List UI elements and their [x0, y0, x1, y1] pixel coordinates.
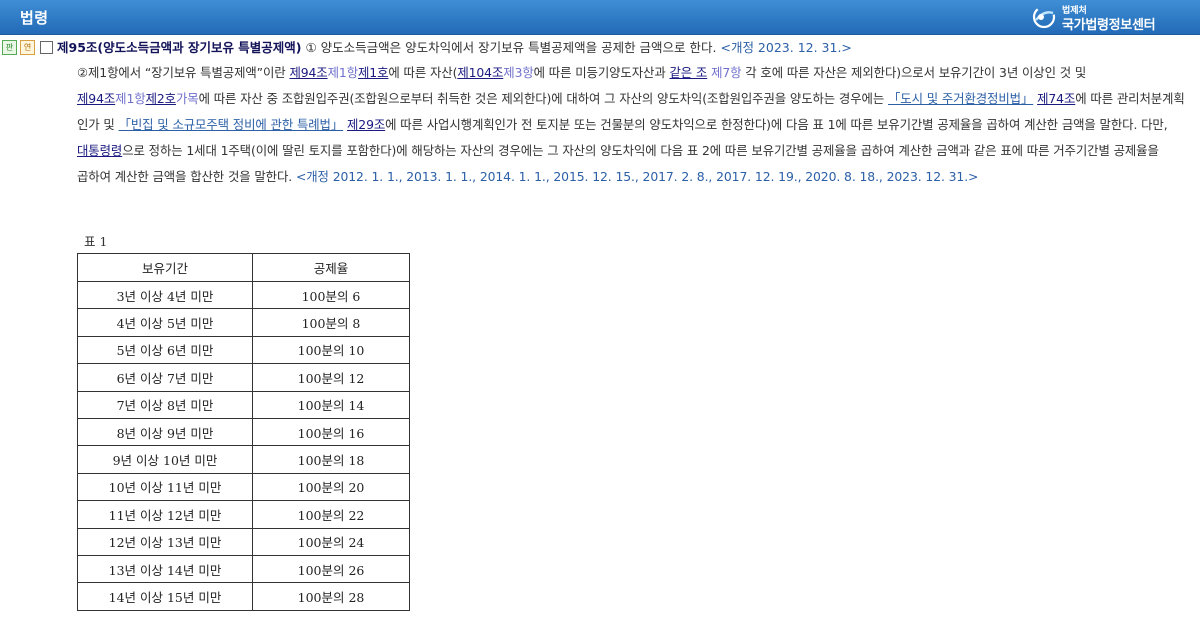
history-badge[interactable]: 연: [20, 40, 35, 55]
paragraph-2-amendment: <개정 2012. 1. 1., 2013. 1. 1., 2014. 1. 1…: [295, 169, 979, 184]
law-link-vacant-house-act[interactable]: 「빈집 및 소규모주택 정비에 관한 특례법」: [119, 117, 344, 132]
article-checkbox[interactable]: [40, 41, 53, 54]
article-heading-line: 판 연 제95조(양도소득금액과 장기보유 특별공제액) ① 양도소득금액은 양도차…: [2, 38, 1192, 58]
clause-1-text: ① 양도소득금액은 양도차익에서 장기보유 특별공제액을 공제한 금액으로 한다…: [301, 40, 721, 55]
column-header-holding-period: 보유기간: [77, 253, 253, 282]
paragraph-text: ②제1항에서 “장기보유 특별공제액”이란: [77, 65, 290, 80]
paragraph-text: 에 따른 사업시행계획인가 전 토지분 또는 건물분의 양도차익으로 한정한다)…: [385, 117, 1168, 132]
law-link-art94-b[interactable]: 제94조: [77, 91, 115, 106]
article-title: 제95조(양도소득금액과 장기보유 특별공제액): [57, 40, 302, 55]
paragraph-text: 각 호에 따른 자산은 제외한다)으로서 보유기간이 3년 이상인 것 및: [741, 65, 1087, 80]
table-row: 8년 이상 9년 미만 100분의 16: [77, 417, 410, 447]
law-link-urban-act[interactable]: 「도시 및 주거환경정비법」: [888, 91, 1033, 106]
law-link-art104[interactable]: 제104조: [457, 65, 503, 80]
table-header-row: 보유기간 공제율: [77, 253, 410, 282]
table-row: 14년 이상 15년 미만 100분의 28: [77, 582, 410, 611]
holding-period-cell: 14년 이상 15년 미만: [77, 582, 253, 611]
table-1-caption: 표 1: [84, 234, 108, 249]
deduction-rate-cell: 100분의 18: [252, 445, 410, 474]
table-row: 6년 이상 7년 미만 100분의 12: [77, 363, 410, 392]
law-link-item1[interactable]: 제1호: [358, 65, 388, 80]
table-row: 13년 이상 14년 미만 100분의 26: [77, 554, 410, 584]
header-bar: 법령 법제처 국가법령정보센터: [0, 0, 1200, 35]
law-link-item2[interactable]: 제2호: [146, 91, 176, 106]
holding-period-cell: 13년 이상 14년 미만: [77, 554, 253, 584]
holding-period-cell: 11년 이상 12년 미만: [77, 500, 253, 529]
logo-title: 국가법령정보센터: [1062, 18, 1156, 33]
table-row: 5년 이상 6년 미만 100분의 10: [77, 335, 410, 365]
deduction-rate-cell: 100분의 24: [252, 527, 410, 556]
holding-period-cell: 7년 이상 8년 미만: [77, 390, 253, 419]
law-link-art94[interactable]: 제94조: [289, 65, 327, 80]
holding-period-cell: 8년 이상 9년 미만: [77, 417, 253, 447]
holding-period-cell: 10년 이상 11년 미만: [77, 472, 253, 502]
clause-1-amendment: <개정 2023. 12. 31.>: [720, 40, 852, 55]
deduction-rate-cell: 100분의 26: [252, 554, 410, 584]
table-row: 9년 이상 10년 미만 100분의 18: [77, 445, 410, 474]
precedent-badge[interactable]: 판: [2, 40, 17, 55]
header-title: 법령: [20, 9, 49, 27]
paragraph-text: 에 따른 미등기양도자산과: [533, 65, 670, 80]
deduction-rate-cell: 100분의 12: [252, 363, 410, 392]
table-row: 12년 이상 13년 미만 100분의 24: [77, 527, 410, 556]
holding-period-cell: 9년 이상 10년 미만: [77, 445, 253, 474]
law-link-para1[interactable]: 제1항: [328, 65, 358, 80]
law-link-para7[interactable]: 제7항: [711, 65, 741, 80]
holding-period-cell: 3년 이상 4년 미만: [77, 280, 253, 310]
holding-period-cell: 4년 이상 5년 미만: [77, 308, 253, 337]
moleg-logo[interactable]: 법제처 국가법령정보센터: [1032, 3, 1172, 33]
logo-swirl-icon: [1032, 5, 1056, 29]
deduction-rate-cell: 100분의 8: [252, 308, 410, 337]
law-link-subitem-ga[interactable]: 가목: [176, 91, 199, 106]
deduction-rate-cell: 100분의 6: [252, 280, 410, 310]
deduction-rate-cell: 100분의 10: [252, 335, 410, 365]
column-header-deduction-rate: 공제율: [252, 253, 410, 282]
law-link-para1-b[interactable]: 제1항: [115, 91, 145, 106]
holding-period-cell: 5년 이상 6년 미만: [77, 335, 253, 365]
holding-period-cell: 6년 이상 7년 미만: [77, 363, 253, 392]
law-link-para3[interactable]: 제3항: [503, 65, 533, 80]
table-row: 7년 이상 8년 미만 100분의 14: [77, 390, 410, 419]
table-row: 11년 이상 12년 미만 100분의 22: [77, 500, 410, 529]
paragraph-text: 에 따른 자산(: [388, 65, 458, 80]
table-row: 10년 이상 11년 미만 100분의 20: [77, 472, 410, 502]
deduction-rate-cell: 100분의 22: [252, 500, 410, 529]
law-link-art29[interactable]: 제29조: [347, 117, 385, 132]
deduction-rate-cell: 100분의 16: [252, 417, 410, 447]
holding-period-rate-table: 보유기간 공제율 3년 이상 4년 미만 100분의 6 4년 이상 5년 미만 1…: [77, 253, 410, 611]
law-link-presidential-decree[interactable]: 대통령령: [77, 143, 122, 158]
law-link-art74[interactable]: 제74조: [1037, 91, 1075, 106]
table-row: 3년 이상 4년 미만 100분의 6: [77, 280, 410, 310]
deduction-rate-cell: 100분의 14: [252, 390, 410, 419]
deduction-rate-cell: 100분의 20: [252, 472, 410, 502]
law-link-same-article[interactable]: 같은 조: [669, 65, 707, 80]
paragraph-2: ②제1항에서 “장기보유 특별공제액”이란 제94조제1항제1호에 따른 자산(…: [77, 60, 1192, 190]
table-row: 4년 이상 5년 미만 100분의 8: [77, 308, 410, 337]
paragraph-text: 에 따른 자산 중 조합원입주권(조합원으로부터 취득한 것은 제외한다)에 대…: [198, 91, 888, 106]
deduction-rate-cell: 100분의 28: [252, 582, 410, 611]
holding-period-cell: 12년 이상 13년 미만: [77, 527, 253, 556]
